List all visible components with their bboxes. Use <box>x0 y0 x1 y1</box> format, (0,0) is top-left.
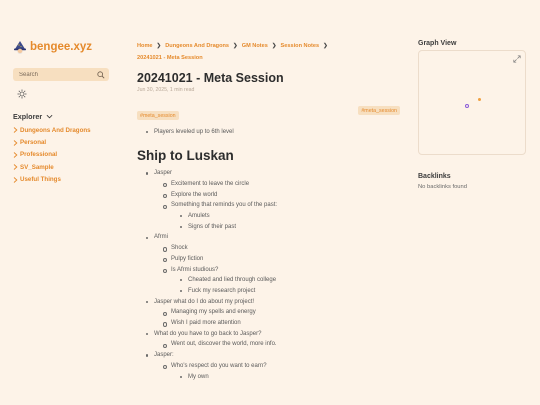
backlinks-title: Backlinks <box>418 173 451 180</box>
wizard-logo-icon <box>14 41 26 54</box>
breadcrumb-dungeons-and-dragons[interactable]: Dungeons And Dragons <box>165 43 229 49</box>
graph-node-current[interactable] <box>465 104 469 108</box>
breadcrumb: Home ❯ Dungeons And Dragons ❯ GM Notes ❯ Sessi… <box>137 40 403 64</box>
breadcrumb-separator-icon: ❯ <box>156 43 162 49</box>
list-item: Afrmi <box>137 232 403 243</box>
list-item: Managing my spells and energy <box>137 307 403 318</box>
right-sidebar: Graph View Backlinks No backlinks found <box>418 40 526 190</box>
list-item: Pulpy fiction <box>137 254 403 265</box>
breadcrumb-separator-icon: ❯ <box>233 43 238 49</box>
list-item: My own <box>137 372 403 383</box>
list-item: Excitement to leave the circle <box>137 179 403 190</box>
search-icon[interactable] <box>97 70 105 79</box>
tag-meta-session-header[interactable]: #meta_session <box>358 106 400 115</box>
chevron-right-icon <box>13 164 18 171</box>
chevron-right-icon <box>13 152 18 158</box>
list-item: Signs of their past <box>137 222 403 233</box>
folder-dungeons-and-dragons[interactable]: Dungeons And Dragons <box>13 124 109 136</box>
list-item: Jasper what do I do about my project! <box>137 297 403 308</box>
chevron-right-icon <box>13 176 18 183</box>
left-sidebar: bengee.xyz Explorer Dungeons And Dragons <box>13 40 109 186</box>
graph-node-tag[interactable] <box>478 98 481 101</box>
folder-personal[interactable]: Personal <box>13 136 109 148</box>
folder-label[interactable]: Dungeons And Dragons <box>20 127 91 134</box>
breadcrumb-session-notes[interactable]: Session Notes <box>281 43 320 49</box>
list-item: Explore the world <box>137 190 403 201</box>
folder-label[interactable]: Useful Things <box>20 176 61 183</box>
list-item: Amulets <box>137 211 403 222</box>
explorer-title: Explorer <box>13 112 43 121</box>
expand-icon[interactable] <box>513 55 521 63</box>
list-item: Jasper: <box>137 350 403 361</box>
chevron-right-icon <box>13 127 18 134</box>
list-item: Is Afrmi studious? <box>137 265 403 276</box>
folder-useful-things[interactable]: Useful Things <box>13 174 109 186</box>
breadcrumb-separator-icon: ❯ <box>323 43 328 49</box>
page-title: 20241021 - Meta Session <box>137 71 284 85</box>
backlinks-empty: No backlinks found <box>418 184 467 190</box>
explorer-toggle[interactable]: Explorer <box>13 112 109 121</box>
folder-label[interactable]: Professional <box>20 151 57 158</box>
sun-icon[interactable] <box>17 89 27 99</box>
list-item: Wish I paid more attention <box>137 318 403 329</box>
list-item: Shock <box>137 243 403 254</box>
graph-view[interactable] <box>418 50 526 155</box>
folder-label[interactable]: Personal <box>20 139 46 146</box>
notes-list: Jasper Excitement to leave the circle Ex… <box>137 168 403 382</box>
section-heading: Ship to Luskan <box>137 148 234 164</box>
graph-view-title: Graph View <box>418 40 457 47</box>
summary-list: Players leveled up to 6th level <box>137 127 403 138</box>
breadcrumb-separator-icon: ❯ <box>271 43 277 49</box>
folder-professional[interactable]: Professional <box>13 149 109 161</box>
list-item: Cheated and lied through college <box>137 275 403 286</box>
folder-label[interactable]: SV_Sample <box>20 164 54 171</box>
list-item: Jasper <box>137 168 403 179</box>
folder-sv-sample[interactable]: SV_Sample <box>13 161 109 173</box>
tag-meta-session[interactable]: #meta_session <box>137 111 179 120</box>
chevron-right-icon <box>13 139 18 146</box>
list-item: Fuck my research project <box>137 286 403 297</box>
main-content: Home ❯ Dungeons And Dragons ❯ GM Notes ❯ Sessi… <box>137 40 403 382</box>
site-title[interactable]: bengee.xyz <box>30 41 92 53</box>
site-brand[interactable]: bengee.xyz <box>13 40 109 54</box>
search-input[interactable] <box>19 71 89 78</box>
chevron-down-icon[interactable] <box>46 113 53 120</box>
breadcrumb-current[interactable]: 20241021 - Meta Session <box>137 55 203 61</box>
list-item: What do you have to go back to Jasper? <box>137 329 403 340</box>
list-item: Who's respect do you want to earn? <box>137 361 403 372</box>
explorer-tree: Dungeons And Dragons Personal Profession… <box>13 124 109 186</box>
list-item: Something that reminds you of the past: <box>137 200 403 211</box>
breadcrumb-home[interactable]: Home <box>137 43 153 49</box>
list-item: Went out, discover the world, more info. <box>137 339 403 350</box>
search-bar[interactable] <box>13 68 109 81</box>
breadcrumb-gm-notes[interactable]: GM Notes <box>242 43 268 49</box>
list-item: Players leveled up to 6th level <box>137 127 403 138</box>
